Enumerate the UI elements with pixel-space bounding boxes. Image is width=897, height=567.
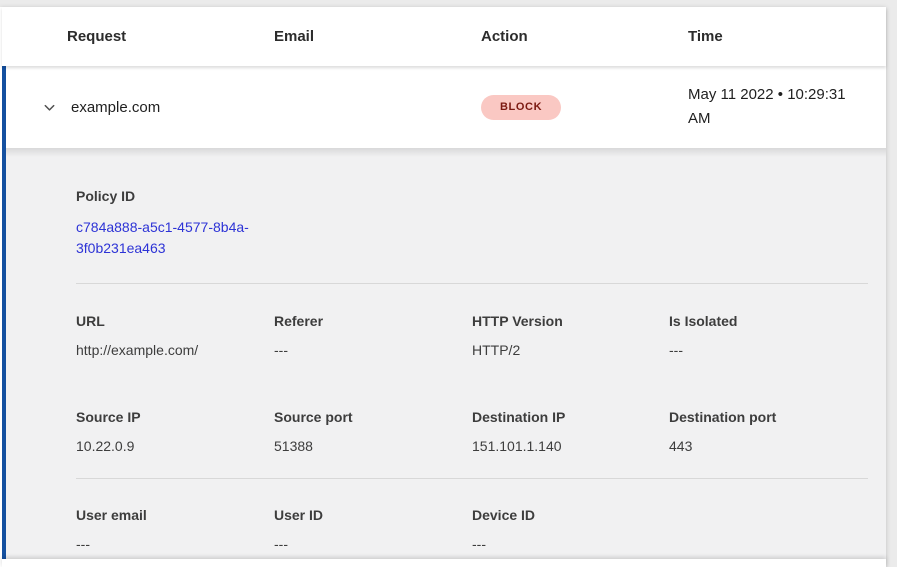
log-table-card: Request Email Action Time example.com BL… xyxy=(0,7,886,567)
field-source-ip: Source IP 10.22.0.9 xyxy=(76,409,274,455)
field-label: Destination IP xyxy=(472,409,669,426)
field-destination-port: Destination port 443 xyxy=(669,409,868,455)
field-user-email: User email --- xyxy=(76,507,274,553)
field-label: Referer xyxy=(274,313,472,330)
request-details-section: URL http://example.com/ Referer --- HTTP… xyxy=(76,284,868,478)
field-value: 51388 xyxy=(274,438,472,455)
next-row-edge xyxy=(2,559,886,567)
field-label: User email xyxy=(76,507,274,524)
column-header-email: Email xyxy=(274,28,481,45)
column-header-action: Action xyxy=(481,28,688,45)
field-label: Policy ID xyxy=(76,188,274,205)
field-value: HTTP/2 xyxy=(472,342,669,359)
action-cell: BLOCK xyxy=(481,95,688,120)
row-detail-panel: Policy ID c784a888-a5c1-4577-8b4a-3f0b23… xyxy=(2,148,886,559)
field-source-port: Source port 51388 xyxy=(274,409,472,455)
field-destination-ip: Destination IP 151.101.1.140 xyxy=(472,409,669,455)
field-label: Device ID xyxy=(472,507,669,524)
field-label: HTTP Version xyxy=(472,313,669,330)
field-value: http://example.com/ xyxy=(76,342,274,359)
field-label: Source IP xyxy=(76,409,274,426)
field-policy-id: Policy ID c784a888-a5c1-4577-8b4a-3f0b23… xyxy=(76,188,274,259)
field-value: --- xyxy=(76,536,274,553)
field-http-version: HTTP Version HTTP/2 xyxy=(472,313,669,359)
field-label: URL xyxy=(76,313,274,330)
field-value: --- xyxy=(472,536,669,553)
field-value: 10.22.0.9 xyxy=(76,438,274,455)
request-domain: example.com xyxy=(71,99,160,116)
table-header: Request Email Action Time xyxy=(2,7,886,66)
field-label: User ID xyxy=(274,507,472,524)
column-header-request: Request xyxy=(67,28,274,45)
chevron-down-icon[interactable] xyxy=(42,100,57,115)
column-header-time: Time xyxy=(688,28,886,45)
field-label: Destination port xyxy=(669,409,868,426)
field-label: Is Isolated xyxy=(669,313,868,330)
field-value: --- xyxy=(669,342,868,359)
time-cell: May 11 2022 • 10:29:31 AM xyxy=(688,83,866,131)
field-value: 443 xyxy=(669,438,868,455)
field-user-id: User ID --- xyxy=(274,507,472,553)
field-value: 151.101.1.140 xyxy=(472,438,669,455)
field-is-isolated: Is Isolated --- xyxy=(669,313,868,359)
field-label: Source port xyxy=(274,409,472,426)
field-device-id: Device ID --- xyxy=(472,507,669,553)
policy-id-link[interactable]: c784a888-a5c1-4577-8b4a-3f0b231ea463 xyxy=(76,217,274,259)
field-referer: Referer --- xyxy=(274,313,472,359)
user-details-section: User email --- User ID --- Device ID --- xyxy=(76,479,868,553)
status-badge-block: BLOCK xyxy=(481,95,561,120)
policy-section: Policy ID c784a888-a5c1-4577-8b4a-3f0b23… xyxy=(76,188,868,283)
table-row[interactable]: example.com BLOCK May 11 2022 • 10:29:31… xyxy=(2,66,886,148)
field-value: --- xyxy=(274,536,472,553)
request-cell: example.com xyxy=(42,99,274,116)
field-value: --- xyxy=(274,342,472,359)
field-url: URL http://example.com/ xyxy=(76,313,274,359)
